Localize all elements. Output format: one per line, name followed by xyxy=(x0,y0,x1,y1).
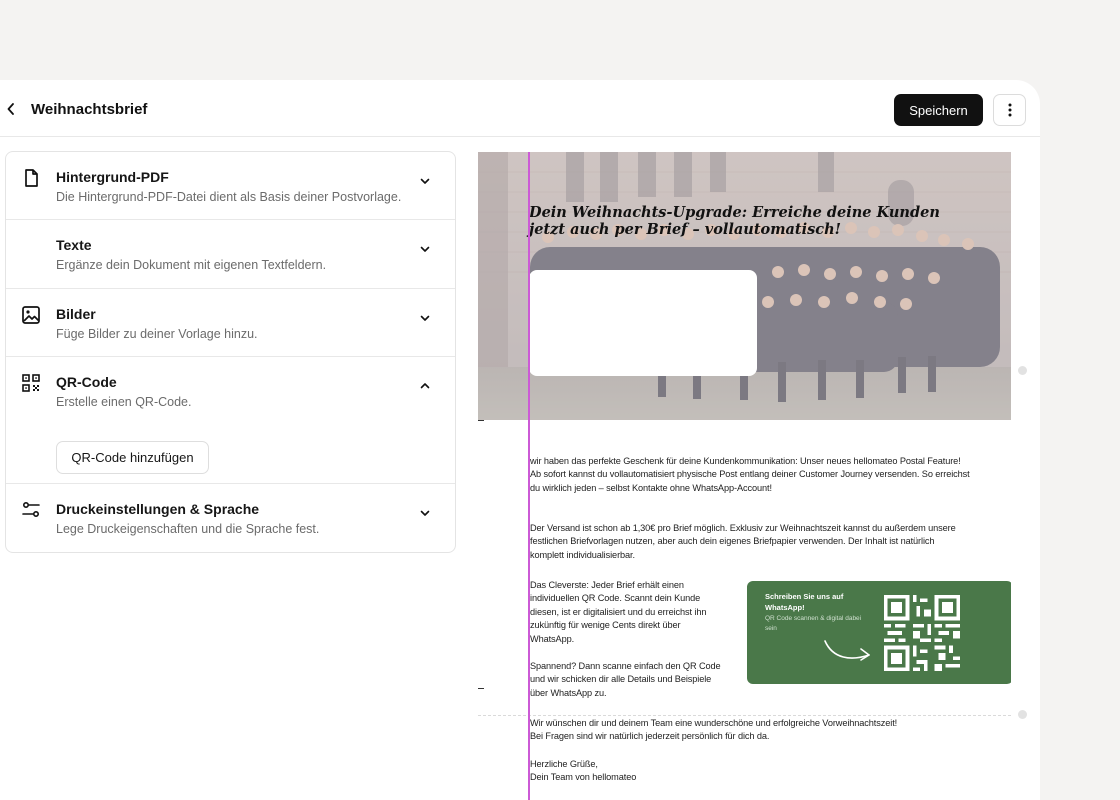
section-druckeinstellungen[interactable]: Druckeinstellungen & Sprache Lege Drucke… xyxy=(6,484,455,552)
image-icon xyxy=(22,306,40,324)
margin-guide-line[interactable] xyxy=(528,152,530,800)
resize-handle[interactable] xyxy=(1018,366,1027,375)
chevron-up-icon[interactable] xyxy=(418,379,432,393)
section-title: Druckeinstellungen & Sprache xyxy=(56,501,260,517)
section-qr-code[interactable]: QR-Code Erstelle einen QR-Code. QR-Code … xyxy=(6,357,455,484)
file-icon xyxy=(25,169,38,187)
section-bilder[interactable]: Bilder Füge Bilder zu deiner Vorlage hin… xyxy=(6,289,455,357)
section-hintergrund-pdf[interactable]: Hintergrund-PDF Die Hintergrund-PDF-Date… xyxy=(6,152,455,220)
chevron-down-icon[interactable] xyxy=(418,174,432,188)
whatsapp-qr-card[interactable]: Schreiben Sie uns auf WhatsApp! QR Code … xyxy=(747,581,1011,684)
section-title: Hintergrund-PDF xyxy=(56,169,169,185)
section-description: Füge Bilder zu deiner Vorlage hinzu. xyxy=(56,327,258,341)
more-options-button[interactable] xyxy=(993,94,1026,126)
chevron-left-icon xyxy=(7,103,14,115)
section-description: Die Hintergrund-PDF-Datei dient als Basi… xyxy=(56,190,402,204)
add-qr-code-button[interactable]: QR-Code hinzufügen xyxy=(56,441,209,474)
more-vertical-icon xyxy=(1008,103,1011,117)
letter-signature[interactable]: Herzliche Grüße, Dein Team von hellomate… xyxy=(530,758,970,785)
fold-mark xyxy=(478,688,484,689)
letter-paragraph[interactable]: Wir wünschen dir und deinem Team eine wu… xyxy=(530,717,970,744)
arrow-right-icon xyxy=(824,640,870,661)
page-title: Weihnachtsbrief xyxy=(31,101,148,118)
qr-code-icon xyxy=(22,374,40,392)
qr-code-image xyxy=(884,595,960,671)
qr-card-subtitle: QR Code scannen & digital dabei sein xyxy=(765,615,862,632)
section-title: Texte xyxy=(56,237,92,253)
top-bar: Weihnachtsbrief Speichern xyxy=(0,80,1040,137)
resize-handle[interactable] xyxy=(1018,710,1027,719)
sliders-icon xyxy=(22,501,40,518)
section-texte[interactable]: Texte Ergänze dein Dokument mit eigenen … xyxy=(6,220,455,289)
settings-panel: Hintergrund-PDF Die Hintergrund-PDF-Date… xyxy=(5,151,456,553)
section-description: Ergänze dein Dokument mit eigenen Textfe… xyxy=(56,258,327,272)
letter-paragraph[interactable]: Der Versand ist schon ab 1,30€ pro Brief… xyxy=(530,522,970,562)
fold-mark xyxy=(478,420,484,421)
section-title: Bilder xyxy=(56,306,96,322)
letter-headline[interactable]: Dein Weihnachts-Upgrade: Erreiche deine … xyxy=(529,204,949,238)
address-field[interactable] xyxy=(529,270,757,376)
letter-preview[interactable]: Dein Weihnachts-Upgrade: Erreiche deine … xyxy=(478,152,1011,800)
save-button[interactable]: Speichern xyxy=(894,94,983,126)
chevron-down-icon[interactable] xyxy=(418,506,432,520)
qr-card-title: Schreiben Sie uns auf WhatsApp! xyxy=(765,592,844,612)
page-break-line xyxy=(478,715,1011,716)
section-title: QR-Code xyxy=(56,374,117,390)
letter-paragraph[interactable]: Das Cleverste: Jeder Brief erhält einen … xyxy=(530,579,725,646)
back-button[interactable] xyxy=(4,99,18,119)
section-description: Erstelle einen QR-Code. xyxy=(56,395,192,409)
section-description: Lege Druckeigenschaften und die Sprache … xyxy=(56,522,320,536)
chevron-down-icon[interactable] xyxy=(418,242,432,256)
editor-window: Weihnachtsbrief Speichern Hintergrund-PD… xyxy=(0,80,1040,800)
chevron-down-icon[interactable] xyxy=(418,311,432,325)
letter-paragraph[interactable]: Spannend? Dann scanne einfach den QR Cod… xyxy=(530,660,725,700)
letter-paragraph[interactable]: wir haben das perfekte Geschenk für dein… xyxy=(530,455,970,495)
